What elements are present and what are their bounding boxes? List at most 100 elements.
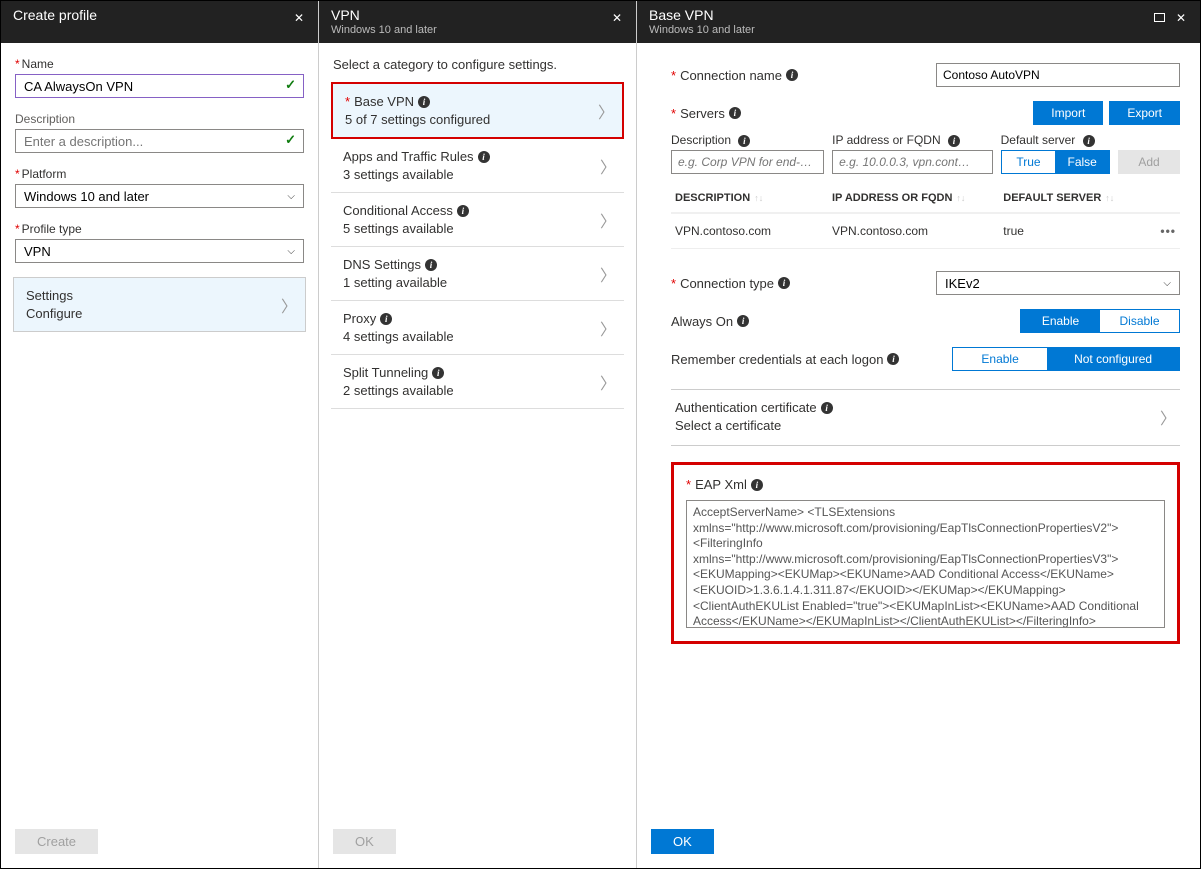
info-icon[interactable]: i	[786, 69, 798, 81]
name-label: Name	[15, 57, 304, 71]
chevron-right-icon: 〉	[1160, 405, 1176, 429]
profile-type-select[interactable]: VPN ⌵	[15, 239, 304, 263]
sort-icon[interactable]: ↑↓	[956, 193, 965, 203]
info-icon[interactable]: i	[380, 313, 392, 325]
import-button[interactable]: Import	[1033, 101, 1103, 125]
page-title: VPN	[331, 7, 437, 23]
info-icon[interactable]: i	[1083, 135, 1095, 147]
chevron-down-icon: ⌵	[287, 191, 295, 202]
create-button[interactable]: Create	[15, 829, 98, 854]
info-icon[interactable]: i	[887, 353, 899, 365]
desc-col-label: Description	[671, 133, 731, 147]
always-on-label: Always On	[671, 314, 733, 329]
settings-value: Configure	[26, 306, 82, 321]
settings-label: Settings	[26, 288, 82, 303]
chevron-right-icon: 〉	[600, 370, 616, 394]
more-icon[interactable]: •••	[1146, 224, 1176, 238]
info-icon[interactable]: i	[478, 151, 490, 163]
chevron-down-icon: ⌵	[287, 246, 295, 257]
info-icon[interactable]: i	[418, 96, 430, 108]
pane-header: VPN Windows 10 and later	[319, 1, 636, 43]
eap-xml-section: *EAP Xmli	[671, 462, 1180, 644]
pane-header: Base VPN Windows 10 and later	[637, 1, 1200, 43]
name-input[interactable]	[15, 74, 304, 98]
info-icon[interactable]: i	[457, 205, 469, 217]
sort-icon[interactable]: ↑↓	[1105, 193, 1114, 203]
info-icon[interactable]: i	[737, 315, 749, 327]
maximize-icon[interactable]	[1154, 9, 1166, 21]
remember-creds-label: Remember credentials at each logon	[671, 352, 883, 367]
conn-type-select[interactable]: IKEv2 ⌵	[936, 271, 1180, 295]
profile-type-label: Profile type	[15, 222, 304, 236]
true-option[interactable]: True	[1002, 151, 1056, 173]
info-icon[interactable]: i	[738, 135, 750, 147]
info-icon[interactable]: i	[425, 259, 437, 271]
base-vpn-pane: Base VPN Windows 10 and later *Connectio…	[637, 1, 1200, 868]
page-title: Create profile	[13, 7, 97, 23]
description-input[interactable]	[15, 129, 304, 153]
eap-xml-textarea[interactable]	[686, 500, 1165, 628]
create-profile-pane: Create profile Name Description Platform	[1, 1, 319, 868]
server-desc-input[interactable]	[671, 150, 824, 174]
chevron-down-icon: ⌵	[1163, 278, 1171, 289]
ip-col-label: IP address or FQDN	[832, 133, 940, 147]
ok-button[interactable]: OK	[651, 829, 714, 854]
server-ip-input[interactable]	[832, 150, 992, 174]
category-conditional-access[interactable]: Conditional Accessi 5 settings available…	[331, 193, 624, 247]
sort-icon[interactable]: ↑↓	[754, 193, 763, 203]
platform-select[interactable]: Windows 10 and later ⌵	[15, 184, 304, 208]
auth-certificate-row[interactable]: Authentication certificatei Select a cer…	[671, 389, 1180, 446]
not-configured-option[interactable]: Not configured	[1047, 348, 1179, 370]
servers-label: Servers	[680, 106, 725, 121]
info-icon[interactable]: i	[751, 479, 763, 491]
chevron-right-icon: 〉	[600, 154, 616, 178]
platform-label: Platform	[15, 167, 304, 181]
platform-value: Windows 10 and later	[24, 189, 149, 204]
info-icon[interactable]: i	[432, 367, 444, 379]
category-dns-settings[interactable]: DNS Settingsi 1 setting available 〉	[331, 247, 624, 301]
category-apps-traffic[interactable]: Apps and Traffic Rulesi 3 settings avail…	[331, 139, 624, 193]
info-icon[interactable]: i	[778, 277, 790, 289]
chevron-right-icon: 〉	[281, 293, 297, 317]
info-icon[interactable]: i	[821, 402, 833, 414]
default-col-label: Default server	[1001, 133, 1076, 147]
page-subtitle: Windows 10 and later	[331, 24, 437, 36]
intro-text: Select a category to configure settings.	[333, 57, 622, 72]
remember-creds-toggle[interactable]: Enable Not configured	[952, 347, 1180, 371]
vpn-pane: VPN Windows 10 and later Select a catego…	[319, 1, 637, 868]
chevron-right-icon: 〉	[600, 316, 616, 340]
category-split-tunneling[interactable]: Split Tunnelingi 2 settings available 〉	[331, 355, 624, 409]
page-title: Base VPN	[649, 7, 755, 23]
page-subtitle: Windows 10 and later	[649, 24, 755, 36]
eap-xml-label: EAP Xml	[695, 477, 747, 492]
info-icon[interactable]: i	[948, 135, 960, 147]
add-server-button[interactable]: Add	[1118, 150, 1180, 174]
category-base-vpn[interactable]: *Base VPNi 5 of 7 settings configured 〉	[331, 82, 624, 139]
default-server-toggle[interactable]: True False	[1001, 150, 1110, 174]
pane-header: Create profile	[1, 1, 318, 43]
disable-option[interactable]: Disable	[1100, 310, 1179, 332]
chevron-right-icon: 〉	[600, 262, 616, 286]
table-row[interactable]: VPN.contoso.com VPN.contoso.com true •••	[671, 214, 1180, 249]
close-icon[interactable]	[1176, 9, 1188, 21]
servers-table-head: DESCRIPTION↑↓ IP ADDRESS OR FQDN↑↓ DEFAU…	[671, 184, 1180, 214]
profile-type-value: VPN	[24, 244, 51, 259]
chevron-right-icon: 〉	[598, 99, 614, 123]
always-on-toggle[interactable]: Enable Disable	[1020, 309, 1180, 333]
connection-name-input[interactable]	[936, 63, 1180, 87]
category-list: *Base VPNi 5 of 7 settings configured 〉 …	[333, 82, 622, 409]
conn-type-label: Connection type	[680, 276, 774, 291]
close-icon[interactable]	[294, 9, 306, 21]
info-icon[interactable]: i	[729, 107, 741, 119]
false-option[interactable]: False	[1055, 151, 1109, 173]
export-button[interactable]: Export	[1109, 101, 1180, 125]
connection-name-label: Connection name	[680, 68, 782, 83]
enable-option[interactable]: Enable	[1021, 310, 1100, 332]
description-label: Description	[15, 112, 304, 126]
enable-option[interactable]: Enable	[953, 348, 1047, 370]
ok-button[interactable]: OK	[333, 829, 396, 854]
category-proxy[interactable]: Proxyi 4 settings available 〉	[331, 301, 624, 355]
settings-configure-row[interactable]: Settings Configure 〉	[13, 277, 306, 332]
close-icon[interactable]	[612, 9, 624, 21]
chevron-right-icon: 〉	[600, 208, 616, 232]
